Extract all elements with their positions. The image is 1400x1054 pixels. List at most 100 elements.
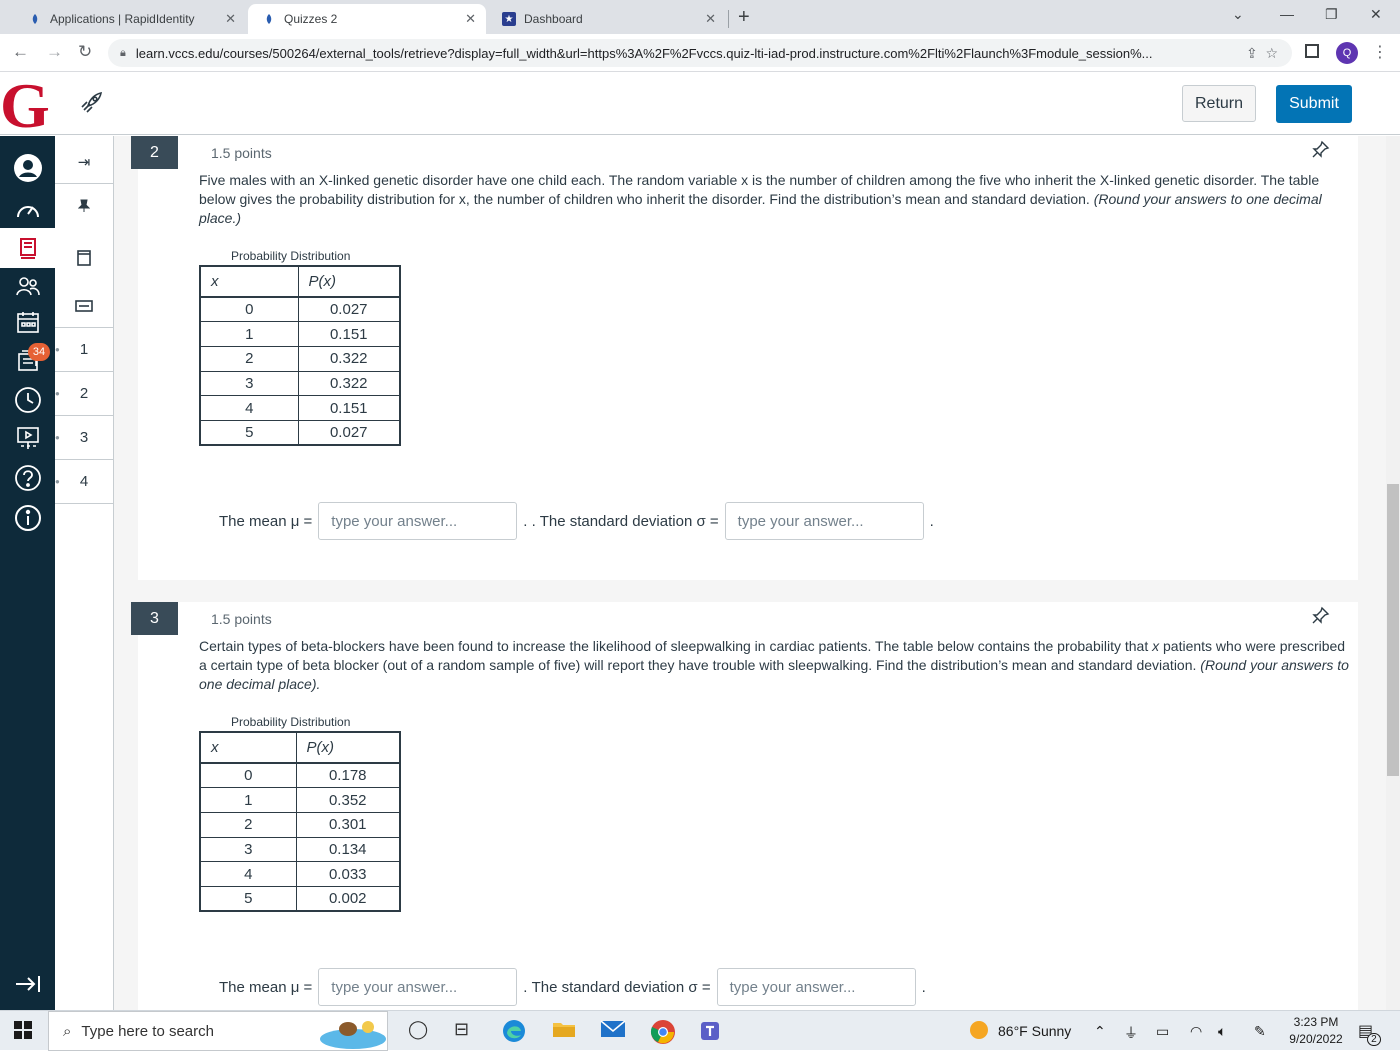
separator: . [523, 512, 528, 530]
question-number: 2 [131, 136, 178, 169]
weather-text[interactable]: 86°F Sunny [998, 1023, 1071, 1039]
groups-icon[interactable] [0, 266, 55, 306]
answer-row: The mean μ = type your answer... . . The… [219, 502, 934, 540]
reload-icon[interactable]: ↻ [78, 42, 92, 62]
account-icon[interactable] [0, 148, 55, 188]
rocket-icon[interactable] [78, 90, 104, 122]
address-bar: ← → ↻ 🔒︎ learn.vccs.edu/courses/500264/e… [0, 34, 1400, 72]
collapse-panel-icon[interactable]: ⇥ [55, 140, 113, 184]
mean-label: The mean μ = [219, 512, 313, 530]
separator: . [523, 978, 528, 996]
teams-icon[interactable] [698, 1019, 724, 1048]
submit-button[interactable]: Submit [1276, 85, 1352, 123]
close-tab-icon[interactable]: ✕ [225, 11, 236, 27]
pin-question-icon[interactable] [1312, 606, 1330, 629]
chevron-up-icon[interactable]: ⌃ [1094, 1023, 1106, 1040]
back-arrow-icon[interactable]: ← [12, 42, 29, 62]
question-link-4[interactable]: ● 4 [55, 460, 113, 504]
sd-label: . The standard deviation σ = [531, 512, 719, 530]
question-status-icon: ● [55, 345, 60, 354]
dashboard-icon[interactable] [0, 190, 55, 230]
table-row: 5 0.002 [199, 885, 401, 912]
cortana-icon[interactable]: ◯ [408, 1019, 428, 1040]
expand-nav-icon[interactable] [0, 964, 55, 1004]
window-close-icon[interactable]: ✕ [1370, 6, 1382, 23]
mail-icon[interactable] [600, 1019, 626, 1044]
scrollbar-thumb[interactable] [1387, 484, 1399, 776]
tab-quizzes[interactable]: Quizzes 2 ✕ [248, 4, 486, 34]
wifi-icon[interactable]: ◠ [1190, 1023, 1202, 1040]
new-tab-icon[interactable]: + [738, 6, 750, 29]
table-row: 5 0.027 [199, 419, 401, 446]
question-number: 3 [131, 602, 178, 635]
side-panel-icon[interactable] [1305, 44, 1319, 58]
question-link-2[interactable]: ● 2 [55, 372, 113, 416]
question-link-3[interactable]: ● 3 [55, 416, 113, 460]
quiz-content: 2 1.5 points Five males with an X-linked… [114, 136, 1386, 1010]
question-card: 3 1.5 points Certain types of beta-block… [131, 602, 1358, 1010]
edge-icon[interactable] [502, 1019, 526, 1048]
chrome-icon[interactable] [650, 1019, 676, 1050]
calculator-icon[interactable] [55, 284, 113, 328]
task-view-icon[interactable]: ⊟ [454, 1019, 469, 1040]
sd-label: The standard deviation σ = [531, 978, 711, 996]
windows-start-icon[interactable] [14, 1021, 32, 1044]
table-header: x [199, 731, 297, 764]
browser-tab-bar: Applications | RapidIdentity ✕ Quizzes 2… [0, 0, 1400, 34]
help-icon[interactable] [0, 458, 55, 498]
system-clock[interactable]: 3:23 PM 9/20/2022 [1282, 1014, 1350, 1048]
chevron-down-icon[interactable]: ⌄ [1232, 6, 1244, 23]
page-scrollbar[interactable] [1386, 136, 1400, 1010]
minimize-icon[interactable]: — [1280, 6, 1294, 22]
sd-input[interactable]: type your answer... [716, 968, 916, 1006]
restore-icon[interactable]: ❐ [1325, 6, 1338, 23]
question-status-icon: ● [55, 477, 60, 486]
share-and-bookmark-icons[interactable]: ⇪ ☆ [1246, 45, 1278, 62]
weather-sun-icon [968, 1019, 990, 1046]
question-link-1[interactable]: ● 1 [55, 328, 113, 372]
profile-avatar[interactable]: Q [1336, 42, 1358, 64]
calendar-icon[interactable] [0, 302, 55, 342]
browser-menu-icon[interactable]: ⋮ [1372, 42, 1388, 62]
separator: . [929, 512, 934, 530]
pin-question-icon[interactable] [1312, 140, 1330, 163]
usb-icon[interactable]: ⏚ [1124, 1023, 1138, 1043]
info-icon[interactable] [0, 498, 55, 538]
tab-separator [728, 10, 729, 28]
question-points: 1.5 points [211, 611, 272, 627]
tab-dashboard[interactable]: ★ Dashboard ✕ [488, 4, 726, 34]
pin-icon[interactable] [55, 184, 113, 228]
table-header: P(x) [295, 731, 401, 764]
table-row: 0 0.178 [199, 762, 401, 789]
search-highlight-icon[interactable] [318, 1013, 388, 1054]
mean-input[interactable]: type your answer... [318, 968, 518, 1006]
tab-rapididentity[interactable]: Applications | RapidIdentity ✕ [14, 4, 246, 34]
close-tab-icon[interactable]: ✕ [705, 11, 716, 27]
sd-input[interactable]: type your answer... [724, 502, 924, 540]
notifications-icon[interactable]: ▤2 [1358, 1021, 1387, 1046]
history-icon[interactable] [0, 380, 55, 420]
question-navigator: ⇥ ● 1 ● 2 ● 3 ● 4 [55, 136, 114, 1010]
studio-icon[interactable] [0, 418, 55, 458]
separator: . [921, 978, 926, 996]
return-button[interactable]: Return [1182, 85, 1256, 122]
table-row: 4 0.033 [199, 861, 401, 887]
pen-icon[interactable]: ✎ [1254, 1023, 1266, 1040]
volume-icon[interactable]: 🔈︎ [1218, 1023, 1226, 1040]
close-tab-icon[interactable]: ✕ [465, 11, 476, 27]
battery-icon[interactable]: ▭ [1156, 1023, 1169, 1040]
table-row: 2 0.322 [199, 345, 401, 372]
question-card: 2 1.5 points Five males with an X-linked… [131, 136, 1358, 580]
file-explorer-icon[interactable] [552, 1019, 576, 1044]
forward-arrow-icon[interactable]: → [46, 42, 63, 62]
clock-time: 3:23 PM [1293, 1015, 1339, 1029]
table-row: 4 0.151 [199, 395, 401, 421]
global-navigation [0, 136, 55, 1010]
question-text: Five males with an X-linked genetic diso… [199, 172, 1322, 226]
url-text: learn.vccs.edu/courses/500264/external_t… [135, 45, 1153, 61]
courses-icon[interactable] [0, 228, 55, 268]
notes-icon[interactable] [55, 236, 113, 280]
school-logo[interactable]: G [0, 74, 56, 138]
mean-input[interactable]: type your answer... [318, 502, 518, 540]
url-field[interactable]: 🔒︎ learn.vccs.edu/courses/500264/externa… [108, 39, 1292, 67]
